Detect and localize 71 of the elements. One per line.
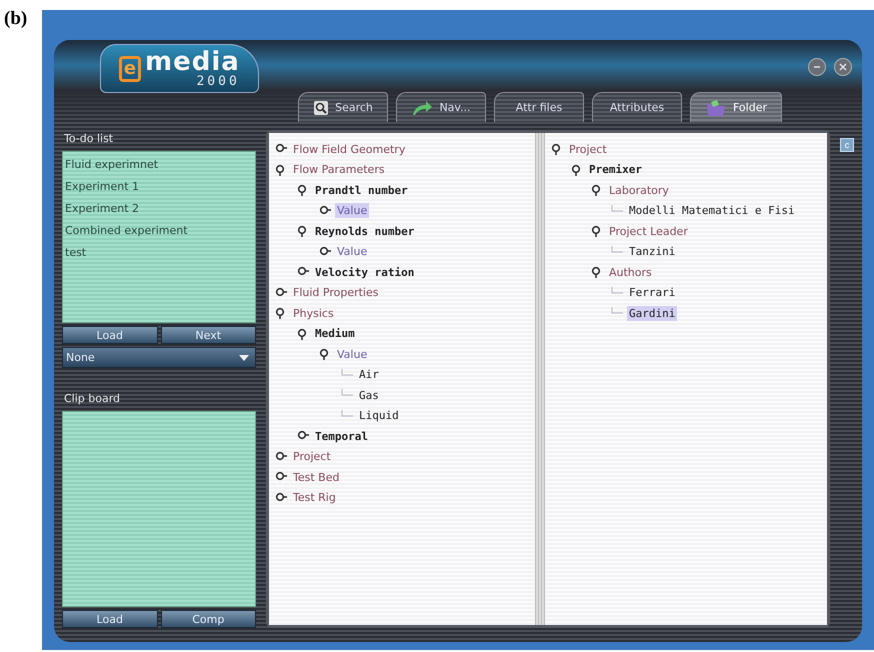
collapsed-node-icon[interactable] <box>319 204 331 217</box>
logo-mark: e <box>119 56 141 82</box>
tree-node[interactable]: Velocity ration <box>313 264 416 280</box>
tree-node[interactable]: Reynolds number <box>313 224 416 239</box>
tree-node[interactable]: Tanzini <box>627 244 678 260</box>
tree-node[interactable]: Test Rig <box>291 490 338 506</box>
expanded-node-icon[interactable] <box>591 184 603 196</box>
tree-node[interactable]: Medium <box>313 326 357 342</box>
expanded-node-icon[interactable] <box>571 164 583 176</box>
tree-node[interactable]: Fluid Properties <box>291 285 380 300</box>
tree-node[interactable]: Flow Parameters <box>291 162 387 178</box>
tree-node[interactable]: Temporal <box>313 428 370 444</box>
tree-node[interactable]: Gardini <box>627 306 678 321</box>
tree-node[interactable]: Liquid <box>357 408 401 424</box>
search-icon <box>313 100 330 116</box>
tree-node[interactable]: Test Bed <box>291 470 342 485</box>
expanded-node-icon[interactable] <box>275 164 287 176</box>
tree-node[interactable]: Ferrari <box>627 285 678 300</box>
close-button[interactable] <box>834 58 852 76</box>
expanded-node-icon[interactable] <box>297 225 309 238</box>
expanded-node-icon[interactable] <box>297 184 309 196</box>
tree-node[interactable]: Physics <box>291 306 336 321</box>
tab[interactable]: Attributes <box>592 92 682 122</box>
tree-node[interactable]: Project Leader <box>607 224 690 239</box>
collapsed-node-icon[interactable] <box>275 492 287 504</box>
tree-node[interactable]: Value <box>335 244 370 260</box>
tree-node[interactable]: Flow Field Geometry <box>291 142 408 157</box>
tab[interactable]: Attr files <box>494 92 584 122</box>
list-item[interactable]: Combined experiment <box>65 224 253 237</box>
list-item[interactable]: test <box>65 246 253 259</box>
expanded-node-icon[interactable] <box>591 225 603 238</box>
logo-name: media <box>145 49 240 75</box>
caret-icon <box>239 354 249 360</box>
tree-node[interactable]: Value <box>335 203 370 218</box>
tab[interactable]: Nav... <box>396 92 486 122</box>
logo-version: 2000 <box>195 75 240 88</box>
expanded-node-icon[interactable] <box>551 143 563 156</box>
panel-button[interactable]: Comp <box>160 610 256 628</box>
tree-node[interactable]: Premixer <box>587 162 644 178</box>
panel-title: Clip board <box>63 391 122 407</box>
tab[interactable]: Folder <box>690 92 782 122</box>
tree-node[interactable]: Gas <box>357 388 381 403</box>
figure-label: (b) <box>4 8 28 29</box>
panel-button[interactable]: Load <box>62 610 158 628</box>
close-icon <box>838 62 848 72</box>
tree-node[interactable]: Modelli Matematici e Fisi <box>627 203 797 218</box>
folder-icon <box>705 98 727 116</box>
expanded-node-icon[interactable] <box>319 348 331 360</box>
tab[interactable]: Search <box>298 92 388 122</box>
dropdown[interactable]: None <box>62 347 256 368</box>
panel-button[interactable]: Load <box>62 326 158 344</box>
minimize-button[interactable] <box>808 58 826 76</box>
collapsed-node-icon[interactable] <box>275 286 287 299</box>
tree-node[interactable]: Laboratory <box>607 182 671 198</box>
tree-node[interactable]: Prandtl number <box>313 182 410 198</box>
tree-node[interactable]: Authors <box>607 264 654 280</box>
panel-button[interactable]: Next <box>160 326 256 344</box>
panel-title: To-do list <box>63 131 114 147</box>
list-item[interactable]: Fluid experimnet <box>65 158 253 171</box>
expanded-node-icon[interactable] <box>297 328 309 340</box>
tree-node[interactable]: Value <box>335 346 370 362</box>
expanded-node-icon[interactable] <box>275 307 287 320</box>
tree-node[interactable]: Project <box>567 142 609 157</box>
tree-node[interactable]: Project <box>291 449 333 464</box>
expanded-node-icon[interactable] <box>591 266 603 278</box>
collapsed-node-icon[interactable] <box>319 246 331 258</box>
tree-node[interactable]: Air <box>357 367 381 382</box>
arrow-icon <box>411 100 434 116</box>
collapsed-node-icon[interactable] <box>275 450 287 463</box>
list-item[interactable]: Experiment 1 <box>65 180 253 193</box>
list-item[interactable]: Experiment 2 <box>65 202 253 215</box>
